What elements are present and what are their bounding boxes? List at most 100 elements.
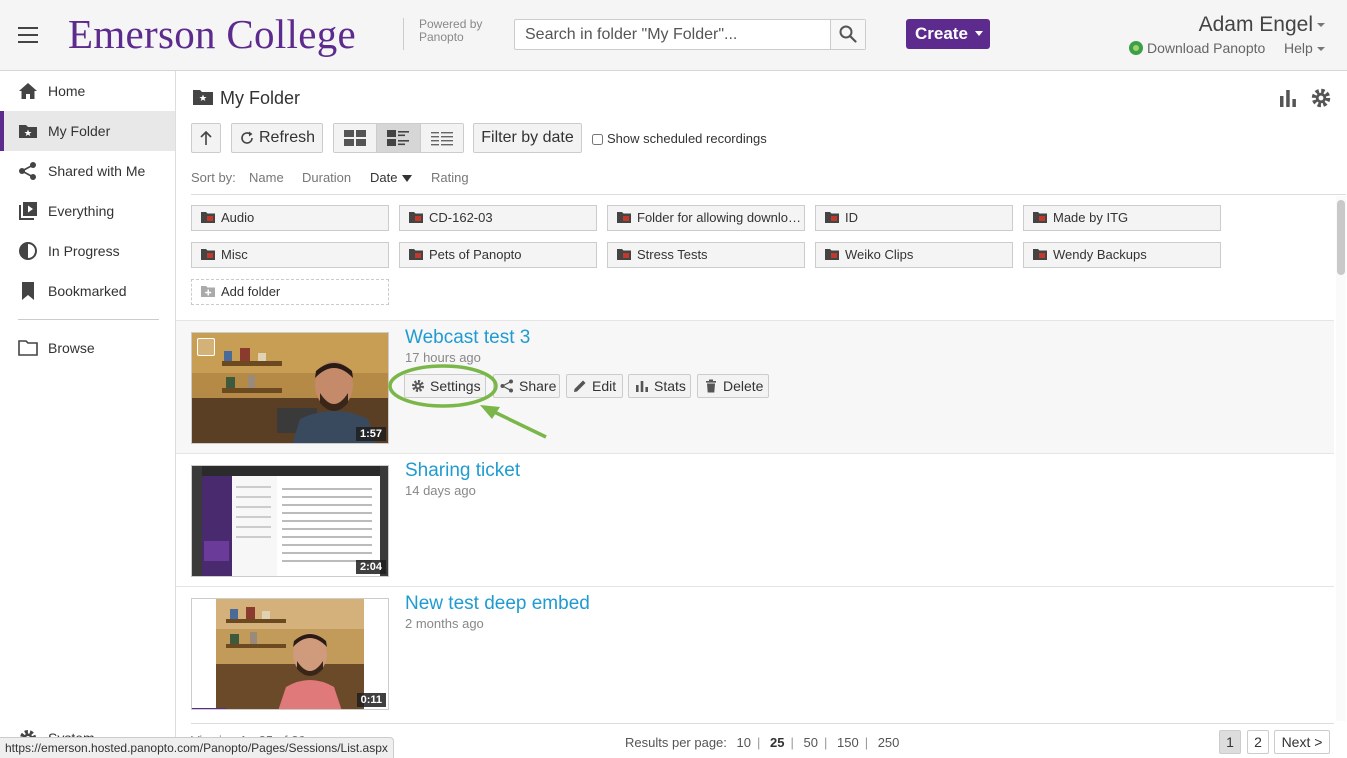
sidebar-item-shared-with-me[interactable]: Shared with Me xyxy=(0,151,175,191)
sort-label: Sort by: xyxy=(191,170,236,185)
detail-view-icon xyxy=(387,130,410,146)
stats-icon[interactable] xyxy=(1277,87,1299,109)
powered-by-panopto: Powered by Panopto xyxy=(403,18,482,50)
folder-icon xyxy=(617,212,631,223)
sort-name[interactable]: Name xyxy=(249,170,284,185)
add-folder-button[interactable]: Add folder xyxy=(191,279,389,305)
stats-icon xyxy=(636,381,648,392)
folder-tile[interactable]: ID xyxy=(815,205,1013,231)
session-row: 0:11 New test deep embed 2 months ago xyxy=(176,586,1334,719)
search-input[interactable] xyxy=(515,20,831,49)
folder-star-icon xyxy=(193,90,213,105)
list-view-icon xyxy=(430,132,453,146)
folder-tile[interactable]: Audio xyxy=(191,205,389,231)
stats-button[interactable]: Stats xyxy=(628,374,691,398)
folder-tile[interactable]: Weiko Clips xyxy=(815,242,1013,268)
scroll-thumb[interactable] xyxy=(1337,200,1345,275)
divider xyxy=(191,194,1346,195)
page-button[interactable]: 2 xyxy=(1247,730,1269,754)
folder-tile[interactable]: Made by ITG xyxy=(1023,205,1221,231)
emerson-logo[interactable]: Emerson College xyxy=(68,10,356,58)
detail-view-button[interactable] xyxy=(377,124,421,152)
folder-tile[interactable]: Stress Tests xyxy=(607,242,805,268)
folder-icon xyxy=(1033,212,1047,223)
duration-badge: 0:11 xyxy=(356,693,386,707)
per-page-option[interactable]: 250 xyxy=(878,735,900,750)
per-page-option[interactable]: 50 xyxy=(804,735,818,750)
scrollbar[interactable] xyxy=(1336,196,1346,721)
sidebar-divider xyxy=(18,319,159,320)
home-icon xyxy=(19,83,37,99)
folder-star-icon xyxy=(19,125,37,138)
search-box xyxy=(514,19,866,50)
annotation-highlight xyxy=(388,364,547,439)
play-library-icon xyxy=(19,202,37,220)
show-scheduled-toggle[interactable]: Show scheduled recordings xyxy=(592,131,767,146)
sort-rating[interactable]: Rating xyxy=(431,170,469,185)
session-thumbnail[interactable]: 1:57 xyxy=(191,332,389,444)
results-per-page: Results per page: 10 | 25 | 50 | 150 | 250 xyxy=(625,735,900,750)
refresh-button[interactable]: Refresh xyxy=(231,123,323,153)
pencil-icon xyxy=(574,380,586,392)
view-mode-toggle xyxy=(333,123,464,153)
session-row: 1:57 Webcast test 3 17 hours ago Setting… xyxy=(176,320,1334,453)
sort-desc-icon xyxy=(402,174,413,182)
session-title[interactable]: Sharing ticket xyxy=(405,460,520,482)
sidebar-item-browse[interactable]: Browse xyxy=(0,328,175,368)
folder-icon xyxy=(201,212,215,223)
trash-icon xyxy=(706,379,716,393)
sidebar-item-bookmarked[interactable]: Bookmarked xyxy=(0,271,175,311)
page-title: My Folder xyxy=(220,88,301,108)
share-icon xyxy=(19,162,36,180)
sidebar-item-home[interactable]: Home xyxy=(0,71,175,111)
duration-badge: 2:04 xyxy=(355,560,386,574)
per-page-option[interactable]: 10 xyxy=(737,735,751,750)
hamburger-menu-icon[interactable] xyxy=(18,27,38,43)
per-page-option[interactable]: 150 xyxy=(837,735,859,750)
folder-icon xyxy=(617,249,631,260)
sidebar-item-my-folder[interactable]: My Folder xyxy=(0,111,175,151)
user-menu[interactable]: Adam Engel xyxy=(1199,13,1325,37)
up-folder-button[interactable] xyxy=(191,123,221,153)
search-button[interactable] xyxy=(830,20,865,49)
filter-by-date-button[interactable]: Filter by date xyxy=(473,123,582,153)
folder-icon xyxy=(825,212,839,223)
folder-icon xyxy=(409,249,423,260)
add-folder-icon xyxy=(201,286,215,297)
gear-icon[interactable] xyxy=(1310,87,1332,109)
select-checkbox[interactable] xyxy=(197,338,215,356)
page-button[interactable]: 1 xyxy=(1219,730,1241,754)
help-menu[interactable]: Help xyxy=(1284,40,1325,56)
download-panopto-link[interactable]: Download Panopto xyxy=(1128,40,1265,56)
per-page-option[interactable]: 25 xyxy=(770,735,784,750)
refresh-icon xyxy=(241,131,253,144)
divider xyxy=(191,723,1334,724)
bookmark-icon xyxy=(22,282,34,300)
session-thumbnail[interactable]: 2:04 xyxy=(191,465,389,577)
duration-badge: 1:57 xyxy=(355,427,386,441)
sort-date[interactable]: Date xyxy=(370,170,413,185)
next-page-button[interactable]: Next > xyxy=(1274,730,1330,754)
list-view-button[interactable] xyxy=(420,124,463,152)
session-date: 14 days ago xyxy=(405,483,476,498)
show-scheduled-checkbox[interactable] xyxy=(592,134,603,146)
sidebar-item-everything[interactable]: Everything xyxy=(0,191,175,231)
folder-tile[interactable]: Misc xyxy=(191,242,389,268)
session-title[interactable]: New test deep embed xyxy=(405,593,590,615)
folder-tile[interactable]: Wendy Backups xyxy=(1023,242,1221,268)
edit-button[interactable]: Edit xyxy=(566,374,623,398)
folder-tile[interactable]: Folder for allowing downloads xyxy=(607,205,805,231)
create-button[interactable]: Create xyxy=(906,19,990,49)
grid-view-button[interactable] xyxy=(334,124,378,152)
search-icon xyxy=(839,25,857,43)
folder-tile[interactable]: CD-162-03 xyxy=(399,205,597,231)
delete-button[interactable]: Delete xyxy=(697,374,769,398)
top-header: Emerson College Powered by Panopto Creat… xyxy=(0,0,1347,71)
panopto-logo-icon xyxy=(1129,41,1143,55)
sort-duration[interactable]: Duration xyxy=(302,170,351,185)
session-thumbnail[interactable]: 0:11 xyxy=(191,598,389,710)
browser-status-url: https://emerson.hosted.panopto.com/Panop… xyxy=(0,737,394,758)
folder-tile[interactable]: Pets of Panopto xyxy=(399,242,597,268)
session-title[interactable]: Webcast test 3 xyxy=(405,327,530,349)
sidebar-item-in-progress[interactable]: In Progress xyxy=(0,231,175,271)
